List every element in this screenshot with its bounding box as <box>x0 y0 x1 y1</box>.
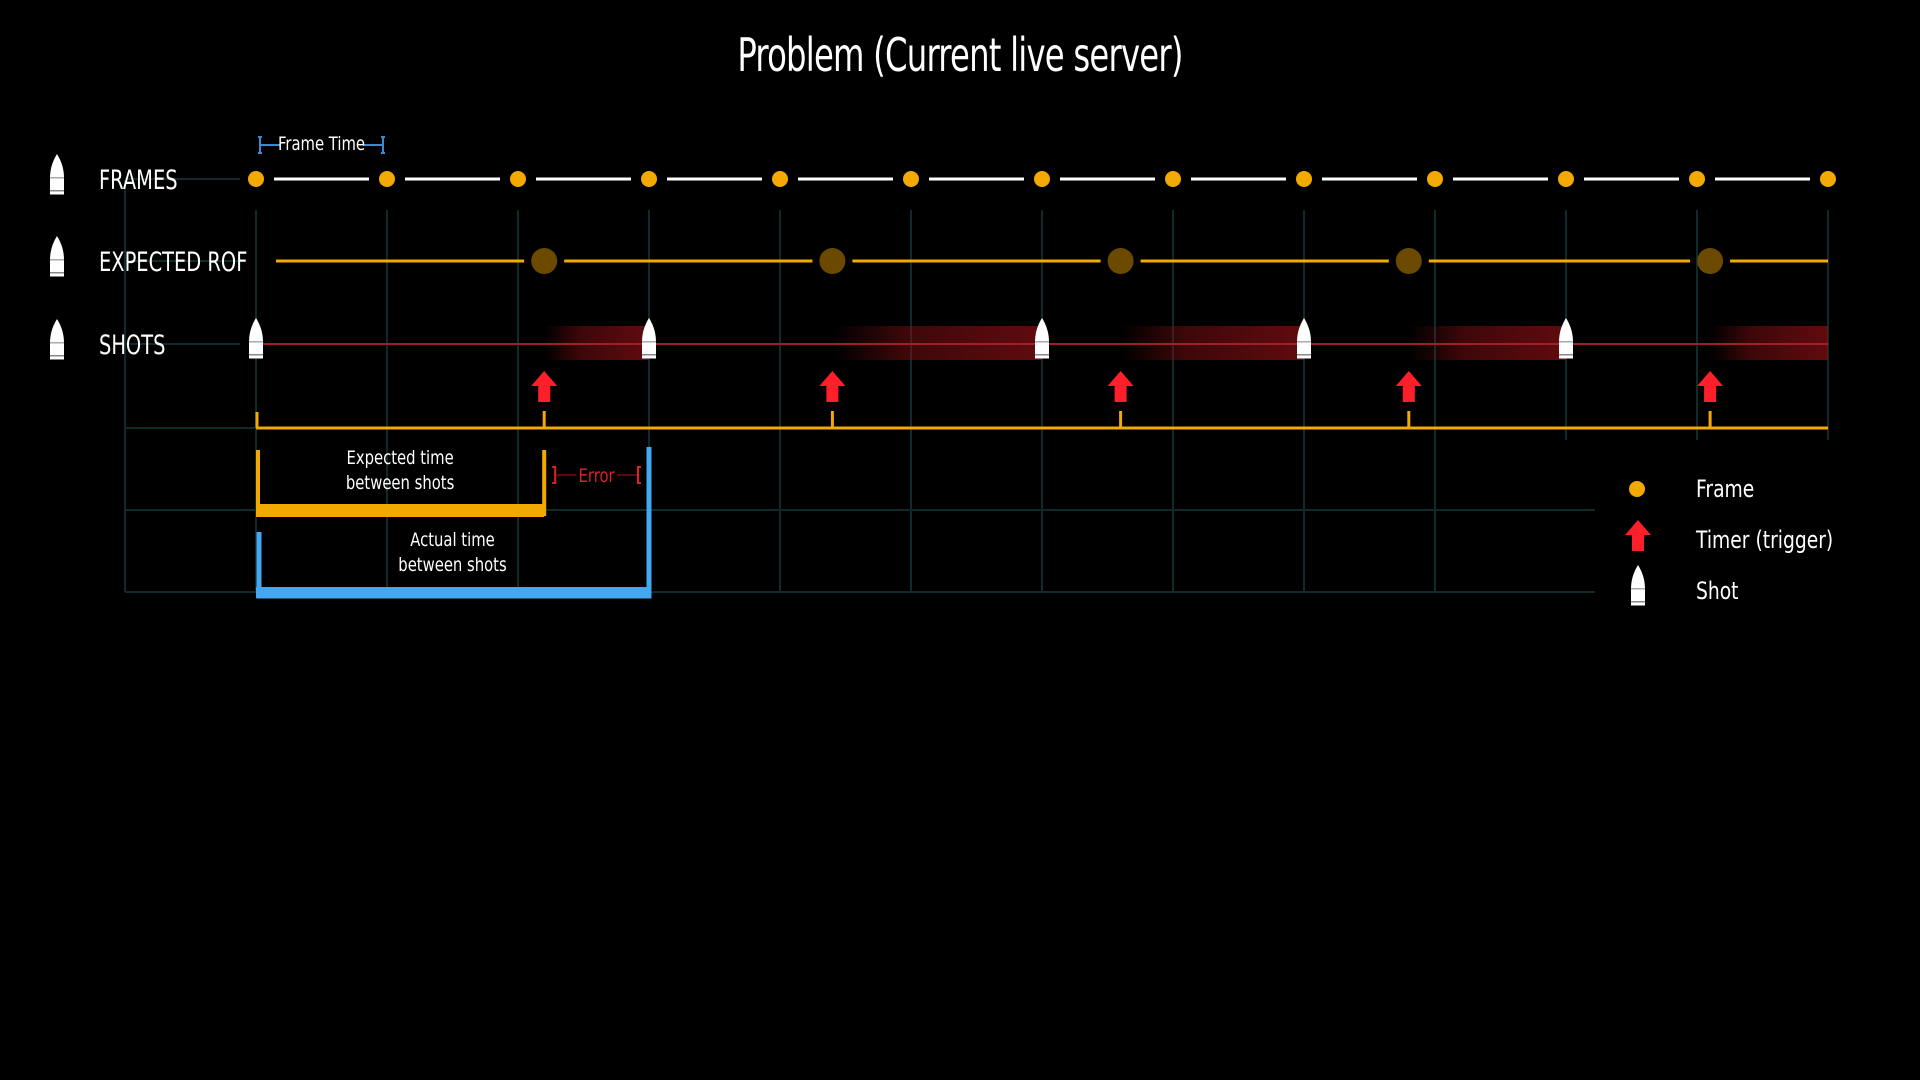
frame-dot <box>510 171 526 187</box>
frame-dot <box>1558 171 1574 187</box>
frame-dot <box>772 171 788 187</box>
frame-dot <box>1296 171 1312 187</box>
timer-trigger-arrow-icon <box>1395 371 1422 402</box>
frame-dot <box>379 171 395 187</box>
expected-rof-dot <box>1395 248 1422 274</box>
row-labels: FRAMES EXPECTED ROF SHOTS <box>50 154 247 361</box>
expected-rof-dot <box>1107 248 1134 274</box>
actual-time-label: between shots <box>398 554 506 576</box>
legend-frame-dot-icon <box>1629 481 1645 497</box>
shot-bullet-icon <box>642 318 656 359</box>
expected-rof-dot <box>531 248 558 274</box>
actual-time-bar <box>256 587 649 598</box>
expected-rof-dot <box>819 248 846 274</box>
row-bullet-icon <box>50 154 64 195</box>
frame-dot <box>641 171 657 187</box>
timer-trigger-arrow-icon <box>1107 371 1134 402</box>
legend-label: Timer (trigger) <box>1695 527 1833 555</box>
timer-trigger-arrow-icon <box>819 371 846 402</box>
row-bullet-icon <box>50 236 64 277</box>
shot-bullet-icon <box>1297 318 1311 359</box>
timeline-diagram: Frame Time Expected time between shots Actu… <box>50 133 1836 606</box>
error-label: Error <box>579 465 615 487</box>
frame-dot <box>1034 171 1050 187</box>
timer-trigger-arrow-icon <box>531 371 558 402</box>
grid <box>124 178 1829 593</box>
frame-dot <box>1820 171 1836 187</box>
frame-dot <box>1427 171 1443 187</box>
shot-bullet-icon <box>249 318 263 359</box>
frame-time-label: Frame Time <box>278 133 365 155</box>
legend-bullet-icon <box>1631 565 1645 606</box>
frame-dot <box>903 171 919 187</box>
legend-timer-arrow-icon <box>1625 520 1651 551</box>
shot-bullet-icon <box>1559 318 1573 359</box>
frame-dot <box>248 171 264 187</box>
frame-dot <box>1165 171 1181 187</box>
frame-time-bracket: Frame Time <box>258 133 385 156</box>
row-bullet-icon <box>50 319 64 360</box>
expected-time-label: Expected time <box>346 447 453 469</box>
legend-label: Shot <box>1696 578 1739 606</box>
shot-bullet-icon <box>1035 318 1049 359</box>
row-label-expected_rof: EXPECTED ROF <box>99 246 247 278</box>
actual-time-label: Actual time <box>410 529 495 551</box>
expected-time-label: between shots <box>346 472 454 494</box>
error-bracket: Error <box>552 465 641 488</box>
legend: Frame Timer (trigger) Shot <box>1625 476 1833 606</box>
row-label-shots: SHOTS <box>99 329 165 361</box>
row-label-frames: FRAMES <box>99 164 178 196</box>
legend-label: Frame <box>1696 476 1754 504</box>
frame-dot <box>1689 171 1705 187</box>
expected-rof-dot <box>1697 248 1724 274</box>
timer-trigger-arrow-icon <box>1697 371 1724 402</box>
diagram-canvas: Problem (Current live server) Frame Time… <box>0 0 1920 1080</box>
expected-time-bar <box>256 504 545 517</box>
